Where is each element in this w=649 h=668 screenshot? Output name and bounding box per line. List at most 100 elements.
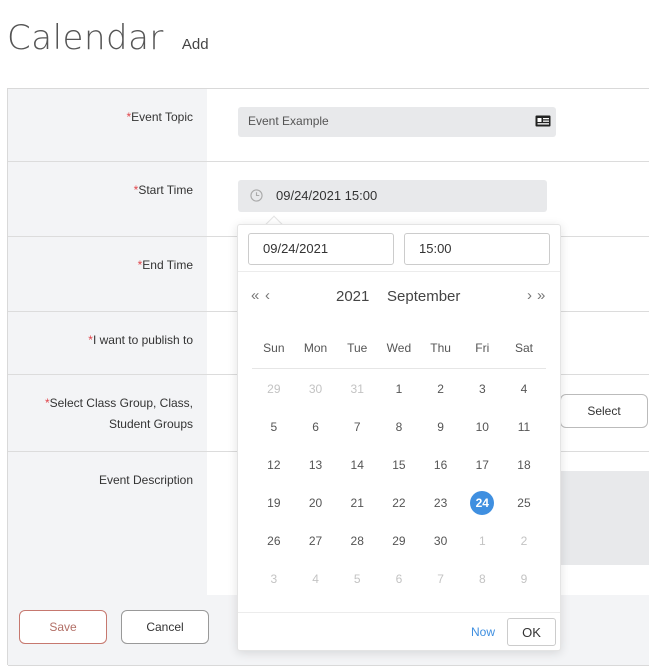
day-cell[interactable]: 1 — [461, 522, 503, 560]
prev-year-button[interactable]: « — [251, 287, 259, 304]
day-cell[interactable]: 6 — [295, 408, 337, 446]
day-cell[interactable]: 8 — [461, 560, 503, 598]
day-cell[interactable]: 2 — [503, 522, 545, 560]
event-topic-input[interactable]: Event Example — [238, 107, 556, 137]
day-number: 31 — [350, 382, 364, 396]
day-cell[interactable]: 26 — [253, 522, 295, 560]
day-cell[interactable]: 29 — [253, 370, 295, 408]
page-title: Calendar — [7, 18, 164, 58]
day-number: 26 — [267, 534, 281, 548]
weekday-label: Tue — [347, 341, 368, 355]
next-year-button[interactable]: » — [537, 287, 545, 304]
day-cell[interactable]: 17 — [461, 446, 503, 484]
day-cell[interactable]: 29 — [378, 522, 420, 560]
end-time-label: *End Time — [137, 258, 193, 272]
now-button[interactable]: Now — [471, 625, 495, 639]
picker-time-input[interactable]: 15:00 — [404, 233, 550, 265]
day-number: 22 — [392, 496, 406, 510]
day-cell[interactable]: 9 — [503, 560, 545, 598]
picker-year[interactable]: 2021 — [336, 288, 369, 305]
day-cell[interactable]: 4 — [295, 560, 337, 598]
day-cell[interactable]: 9 — [420, 408, 462, 446]
page-subtitle: Add — [181, 36, 209, 53]
day-grid: 29 30 31 1 2 3 4 5 6 7 8 9 10 11 12 13 14 15 16 17 18 19 20 21 2… — [253, 370, 545, 598]
day-cell[interactable]: 20 — [295, 484, 337, 522]
start-time-input[interactable]: 09/24/2021 15:00 — [238, 180, 547, 212]
weekday-label: Fri — [475, 341, 490, 355]
day-number: 11 — [517, 420, 531, 434]
day-number: 13 — [308, 458, 323, 472]
clock-icon — [250, 189, 263, 202]
day-cell[interactable]: 16 — [420, 446, 462, 484]
day-number: 8 — [395, 420, 403, 434]
day-cell[interactable]: 10 — [461, 408, 503, 446]
picker-month[interactable]: September — [387, 288, 460, 305]
week-row: 5 6 7 8 9 10 11 — [253, 408, 545, 446]
day-number: 16 — [433, 458, 448, 472]
day-cell[interactable]: 6 — [378, 560, 420, 598]
prev-month-button[interactable]: ‹ — [265, 287, 270, 304]
day-cell[interactable]: 4 — [503, 370, 545, 408]
day-number: 6 — [312, 420, 319, 434]
day-cell[interactable]: 13 — [295, 446, 337, 484]
day-number: 1 — [395, 382, 403, 396]
day-cell[interactable]: 21 — [336, 484, 378, 522]
day-cell[interactable]: 19 — [253, 484, 295, 522]
day-number: 5 — [270, 420, 278, 434]
day-cell[interactable]: 3 — [461, 370, 503, 408]
day-cell[interactable]: 7 — [336, 408, 378, 446]
day-cell[interactable]: 18 — [503, 446, 545, 484]
day-cell[interactable]: 7 — [420, 560, 462, 598]
day-cell[interactable]: 2 — [420, 370, 462, 408]
day-cell[interactable]: 11 — [503, 408, 545, 446]
day-cell[interactable]: 30 — [295, 370, 337, 408]
weekday-label: Sun — [263, 341, 285, 355]
picker-date-input[interactable]: 09/24/2021 — [248, 233, 394, 265]
day-number: 10 — [475, 420, 489, 434]
day-number: 18 — [517, 458, 531, 472]
weekday-divider — [252, 368, 546, 369]
day-cell[interactable]: 25 — [503, 484, 545, 522]
day-cell[interactable]: 27 — [295, 522, 337, 560]
day-number: 30 — [308, 382, 323, 396]
weekday-label: Sat — [514, 341, 533, 355]
day-cell[interactable]: 8 — [378, 408, 420, 446]
picker-footer-divider — [238, 612, 560, 613]
day-number: 3 — [270, 572, 278, 586]
day-cell[interactable]: 1 — [378, 370, 420, 408]
day-cell[interactable]: 22 — [378, 484, 420, 522]
week-row: 12 13 14 15 16 17 18 — [253, 446, 545, 484]
next-month-button[interactable]: › — [527, 287, 532, 304]
start-time-label: *Start Time — [133, 183, 193, 197]
page-header: Calendar Add — [7, 18, 209, 58]
day-number: 2 — [520, 534, 528, 548]
day-cell[interactable]: 5 — [336, 560, 378, 598]
class-group-label: *Select Class Group, Class, Student Group… — [44, 396, 193, 431]
save-button[interactable]: Save — [19, 610, 107, 644]
day-cell-selected[interactable]: 24 — [461, 484, 503, 522]
day-number: 14 — [350, 458, 364, 472]
day-cell[interactable]: 15 — [378, 446, 420, 484]
description-label: Event Description — [98, 473, 193, 487]
day-cell[interactable]: 28 — [336, 522, 378, 560]
select-button[interactable]: Select — [560, 394, 648, 428]
weekday-label: Thu — [430, 341, 451, 355]
day-number: 4 — [520, 382, 528, 396]
day-number: 4 — [312, 572, 319, 586]
day-number: 28 — [350, 534, 364, 548]
day-cell[interactable]: 5 — [253, 408, 295, 446]
day-cell[interactable]: 12 — [253, 446, 295, 484]
day-cell[interactable]: 3 — [253, 560, 295, 598]
ok-button[interactable]: OK — [507, 618, 556, 646]
day-cell[interactable]: 31 — [336, 370, 378, 408]
day-number: 24 — [470, 491, 495, 515]
day-number: 20 — [308, 496, 323, 510]
day-cell[interactable]: 30 — [420, 522, 462, 560]
week-row: 19 20 21 22 23 24 25 — [253, 484, 545, 522]
day-number: 7 — [437, 572, 444, 586]
day-number: 15 — [392, 458, 406, 472]
day-cell[interactable]: 23 — [420, 484, 462, 522]
day-number: 29 — [267, 382, 281, 396]
day-cell[interactable]: 14 — [336, 446, 378, 484]
cancel-button[interactable]: Cancel — [121, 610, 209, 644]
